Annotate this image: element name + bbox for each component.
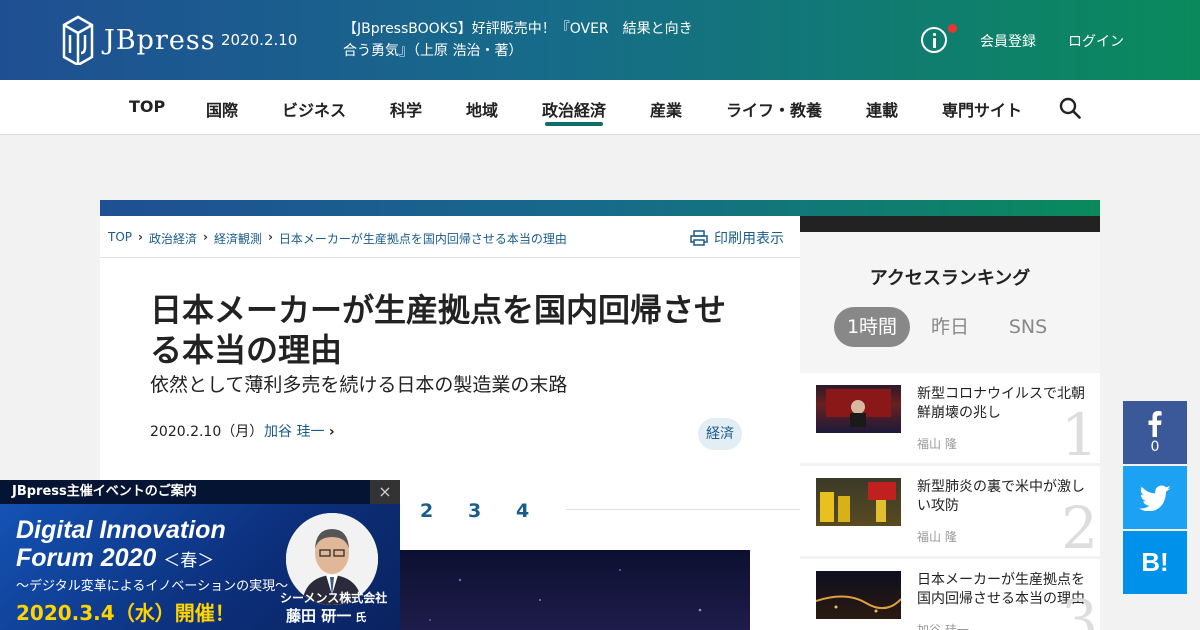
printer-icon [690, 230, 708, 246]
banner-season: ＜春＞ [163, 551, 215, 570]
tab-1hour[interactable]: 1時間 [834, 307, 910, 347]
banner-event-subtitle: 〜デジタル変革によるイノベーションの実現〜 [16, 579, 289, 594]
ranking-item[interactable]: 日本メーカーが生産拠点を国内回帰させる本当の理由 加谷 珪一 3 [800, 559, 1100, 630]
ranking-item[interactable]: 新型肺炎の裏で米中が激しい攻防 福山 隆 2 [800, 466, 1100, 556]
nav-active-indicator [545, 122, 603, 126]
breadcrumb-economy-watch[interactable]: 経済観測 [214, 230, 262, 247]
facebook-share-count: 0 [1150, 438, 1160, 455]
breadcrumb-separator: › [202, 230, 208, 244]
site-logo[interactable]: JBpress [60, 15, 216, 65]
nav-item-industry[interactable]: 産業 [650, 97, 682, 121]
tab-yesterday[interactable]: 昨日 [920, 307, 980, 347]
breadcrumb-current[interactable]: 日本メーカーが生産拠点を国内回帰させる本当の理由 [279, 230, 567, 247]
twitter-icon [1139, 485, 1171, 511]
logo-mark-icon [62, 15, 94, 65]
header-date: 2020.2.10 [221, 31, 298, 49]
breadcrumb-top[interactable]: TOP [108, 230, 132, 247]
nav-item-special-sites[interactable]: 専門サイト [942, 97, 1022, 121]
speaker-name: 藤田 研一氏 [286, 605, 366, 626]
banner-event-title-line2: Forum 2020 ＜春＞ [16, 544, 214, 573]
ranking-item-author: 加谷 珪一 [917, 623, 969, 630]
article-title: 日本メーカーが生産拠点を国内回帰させる本当の理由 [150, 291, 727, 369]
category-tag[interactable]: 経済 [698, 418, 742, 450]
breadcrumb-politics-economy[interactable]: 政治経済 [149, 230, 197, 247]
event-banner[interactable]: JBpress主催イベントのご案内 × Digital Innovation F… [0, 480, 400, 630]
ranking-item-author: 福山 隆 [917, 437, 957, 451]
login-link[interactable]: ログイン [1068, 31, 1124, 51]
nav-item-life[interactable]: ライフ・教養 [726, 97, 822, 121]
chevron-right-icon: › [328, 424, 335, 440]
ranking-number: 2 [1061, 494, 1098, 556]
content-top-strip [100, 200, 1100, 216]
pager-divider [566, 509, 800, 510]
article-author[interactable]: 加谷 珪一 › [264, 421, 335, 441]
promo-link[interactable]: 【JBpressBOOKS】好評販売中！『OVER 結果と向き合う勇気』（上原 … [343, 18, 693, 62]
twitter-share-button[interactable] [1123, 466, 1187, 529]
site-header: JBpress 2020.2.10 【JBpressBOOKS】好評販売中！『O… [0, 0, 1200, 80]
speaker-company: シーメンス株式会社 [280, 591, 388, 605]
info-icon[interactable] [921, 27, 947, 53]
print-link[interactable]: 印刷用表示 [690, 228, 784, 248]
print-label: 印刷用表示 [714, 231, 784, 247]
nav-item-science[interactable]: 科学 [390, 97, 422, 121]
ranking-number: 3 [1061, 587, 1098, 630]
nav-item-business[interactable]: ビジネス [282, 97, 346, 121]
page-link-2[interactable]: 2 [420, 500, 433, 522]
article-subtitle: 依然として薄利多売を続ける日本の製造業の末路 [150, 374, 568, 396]
page-link-4[interactable]: 4 [516, 500, 529, 522]
main-nav: TOP 国際 ビジネス 科学 地域 政治経済 産業 ライフ・教養 連載 専門サイ… [0, 80, 1200, 135]
nav-item-region[interactable]: 地域 [466, 97, 498, 121]
nav-item-international[interactable]: 国際 [206, 97, 238, 121]
banner-heading: JBpress主催イベントのご案内 [0, 480, 370, 504]
breadcrumb-divider [100, 257, 800, 258]
article-hero-image [400, 550, 750, 630]
banner-event-title-text: Forum 2020 [16, 544, 157, 572]
banner-event-title-line1: Digital Innovation [16, 516, 226, 544]
facebook-share-button[interactable]: 0 [1123, 401, 1187, 464]
search-icon[interactable] [1059, 97, 1081, 119]
logo-text: JBpress [104, 24, 216, 56]
ranking-item[interactable]: 新型コロナウイルスで北朝鮮崩壊の兆し 福山 隆 1 [800, 373, 1100, 463]
author-name: 加谷 珪一 [264, 424, 325, 440]
ranking-number: 1 [1061, 401, 1098, 463]
page-link-3[interactable]: 3 [468, 500, 481, 522]
speaker-honorific: 氏 [355, 611, 367, 624]
notification-badge [948, 24, 957, 33]
hatena-bookmark-button[interactable]: B! [1123, 531, 1187, 594]
access-ranking: アクセスランキング 1時間 昨日 SNS [800, 232, 1100, 372]
nav-item-top[interactable]: TOP [129, 97, 165, 116]
breadcrumb-separator: › [267, 230, 273, 244]
breadcrumb-separator: › [138, 230, 143, 244]
nav-item-politics-economy[interactable]: 政治経済 [542, 97, 606, 121]
speaker-name-text: 藤田 研一 [286, 607, 352, 625]
breadcrumb: TOP › 政治経済 › 経済観測 › 日本メーカーが生産拠点を国内回帰させる本… [108, 230, 567, 247]
ranking-thumbnail [816, 385, 901, 433]
ranking-thumbnail [815, 571, 902, 619]
nav-item-series[interactable]: 連載 [866, 97, 898, 121]
tab-sns[interactable]: SNS [998, 307, 1058, 347]
facebook-icon [1148, 410, 1162, 437]
article-date: 2020.2.10（月） [150, 424, 264, 440]
hatena-bookmark-icon: B! [1141, 547, 1169, 577]
ranking-thumbnail [816, 478, 901, 526]
register-link[interactable]: 会員登録 [980, 31, 1036, 51]
ranking-item-author: 福山 隆 [917, 530, 957, 544]
banner-event-date: 2020.3.4（水）開催！ [16, 601, 235, 625]
ranking-title: アクセスランキング [869, 268, 1031, 289]
sidebar-top-bar [800, 216, 1100, 232]
banner-close-button[interactable]: × [370, 480, 400, 504]
